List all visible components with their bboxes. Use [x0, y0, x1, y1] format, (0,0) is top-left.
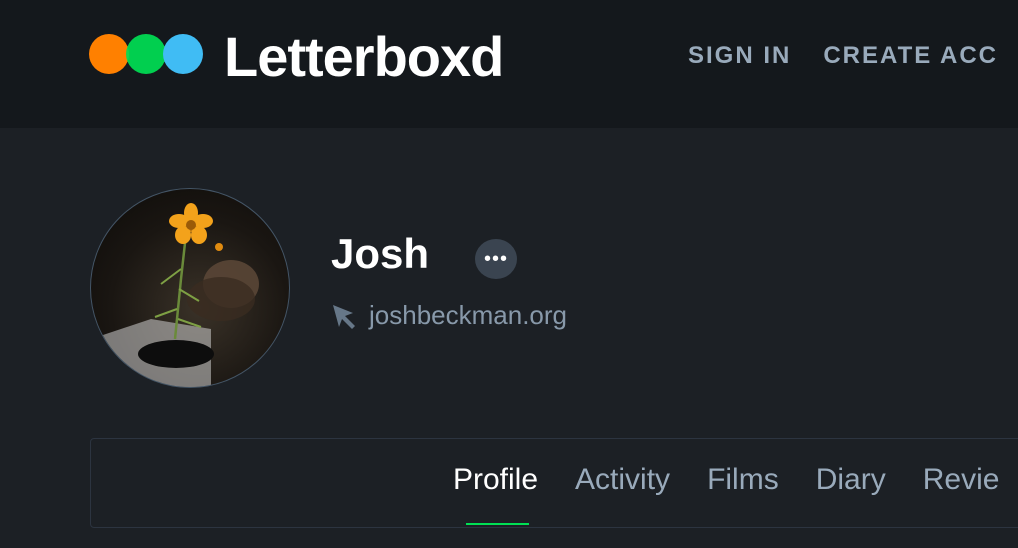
sign-in-link[interactable]: SIGN IN	[688, 42, 791, 70]
more-options-button[interactable]: •••	[475, 239, 517, 279]
logo-dots-icon	[88, 31, 206, 77]
website-link[interactable]: joshbeckman.org	[369, 300, 567, 331]
ellipsis-icon: •••	[483, 248, 508, 270]
avatar[interactable]	[90, 188, 290, 388]
create-account-link[interactable]: CREATE ACC	[823, 42, 998, 70]
blue-dot-icon	[163, 34, 203, 74]
flower-photo	[91, 203, 259, 387]
green-dot-icon	[126, 34, 166, 74]
brand-wordmark: Letterboxd	[224, 25, 504, 88]
tab-films[interactable]: Films	[707, 463, 779, 497]
tab-reviews[interactable]: Revie	[923, 463, 1000, 497]
profile-tabs: Profile Activity Films Diary Revie	[453, 463, 999, 497]
letterboxd-logo[interactable]: Letterboxd	[88, 25, 504, 88]
orange-dot-icon	[89, 34, 129, 74]
tab-activity[interactable]: Activity	[575, 463, 670, 497]
site-header: Letterboxd SIGN IN CREATE ACC	[0, 0, 1018, 128]
tab-diary[interactable]: Diary	[816, 463, 886, 497]
active-tab-indicator	[466, 523, 529, 525]
cursor-arrow-icon	[333, 304, 355, 329]
profile-website[interactable]: joshbeckman.org	[331, 300, 567, 331]
tab-profile[interactable]: Profile	[453, 463, 538, 497]
profile-name: Josh	[331, 230, 430, 277]
header-nav: SIGN IN CREATE ACC	[688, 42, 998, 70]
